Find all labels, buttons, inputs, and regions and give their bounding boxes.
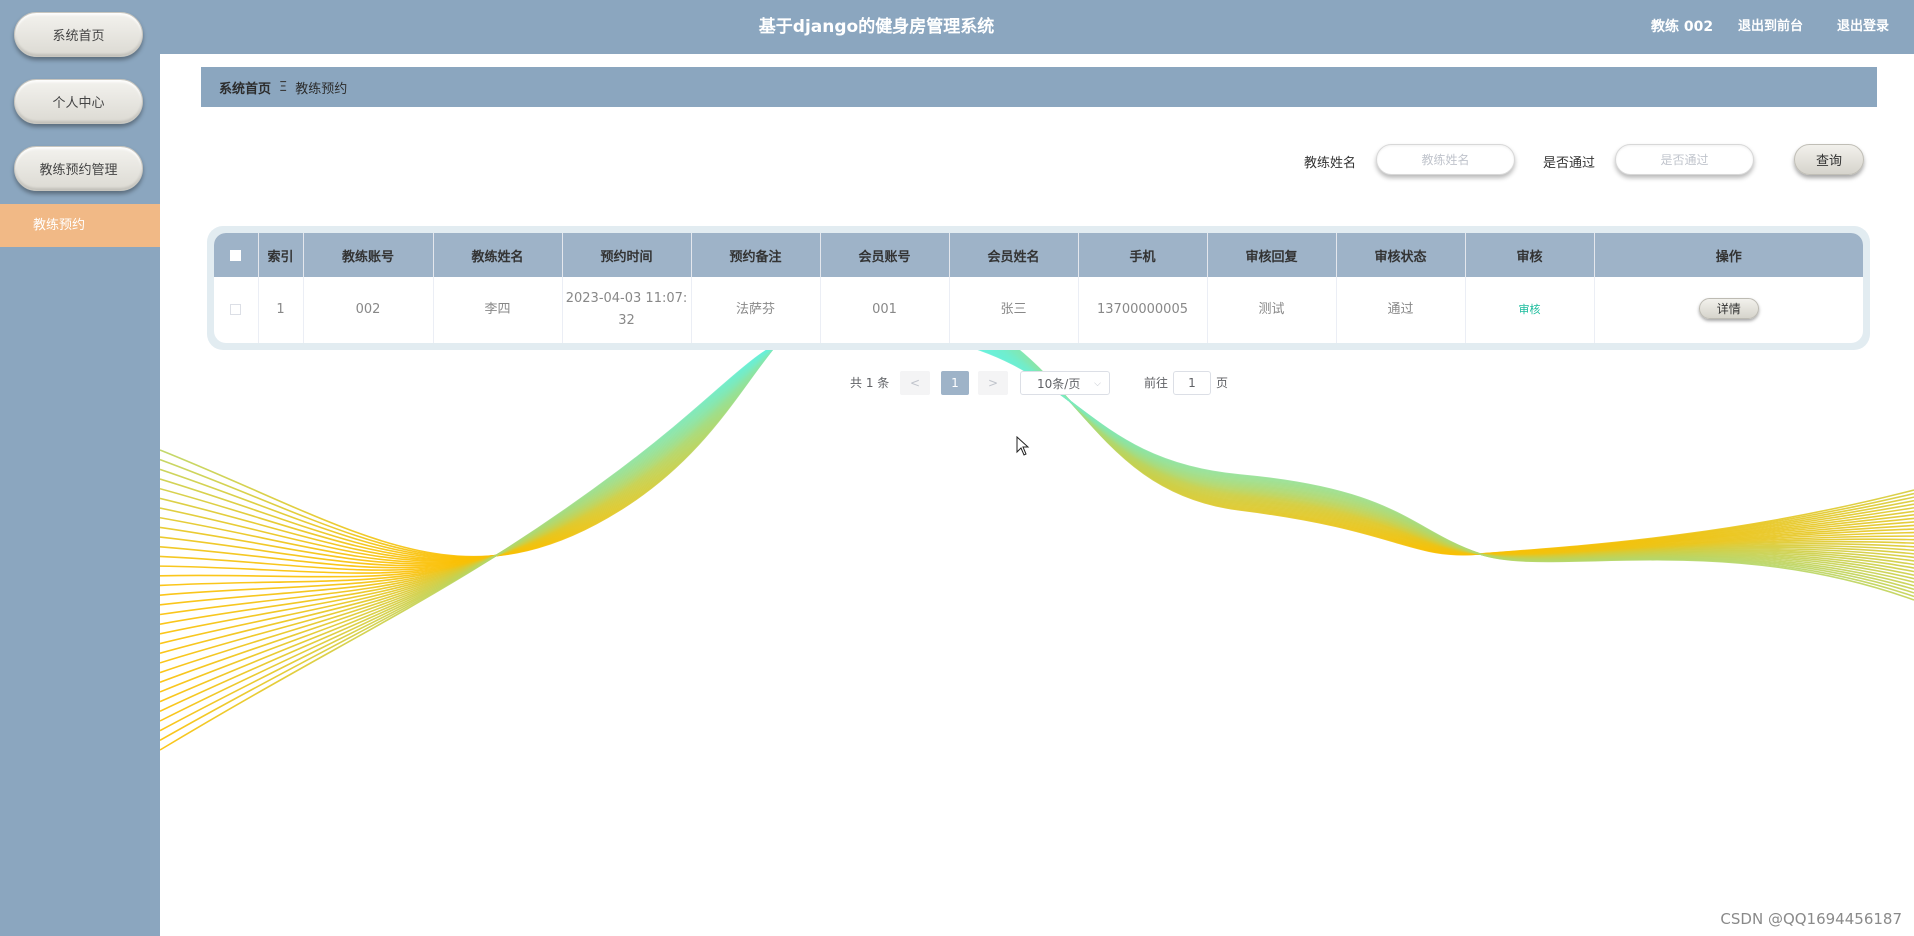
watermark: CSDN @QQ1694456187: [1720, 910, 1902, 928]
table-row: 1 002 李四 2023-04-03 11:07: 32 法萨芬 001 张三…: [214, 277, 1863, 343]
chevron-down-icon: ⌵: [1094, 379, 1101, 389]
booking-time-line2: 32: [618, 312, 635, 328]
column-header[interactable]: 教练姓名: [433, 233, 563, 277]
sidebar: 系统首页 个人中心 教练预约管理 教练预约: [0, 0, 160, 936]
app-title: 基于django的健身房管理系统: [758, 17, 995, 37]
table-header-row: 索引 教练账号 教练姓名 预约时间 预约备注 会员账号 会员姓名 手机 审核回复…: [214, 233, 1863, 277]
coach-name-label: 教练姓名: [1304, 156, 1357, 171]
column-header[interactable]: 预约时间: [562, 233, 692, 277]
breadcrumb-current: 教练预约: [295, 81, 348, 97]
prev-page-icon[interactable]: <: [900, 371, 930, 395]
logout-link[interactable]: 退出登录: [1837, 0, 1889, 54]
detail-button[interactable]: 详情: [1698, 298, 1759, 320]
column-header[interactable]: 会员账号: [820, 233, 950, 277]
select-all-checkbox[interactable]: [230, 249, 242, 261]
cell-member-name: 张三: [949, 277, 1079, 343]
booking-table: 索引 教练账号 教练姓名 预约时间 预约备注 会员账号 会员姓名 手机 审核回复…: [214, 233, 1863, 343]
column-header[interactable]: 审核回复: [1207, 233, 1337, 277]
column-header[interactable]: 审核: [1465, 233, 1595, 277]
sidebar-subitem-coach-booking[interactable]: 教练预约: [0, 204, 160, 247]
cell-phone: 13700000005: [1078, 277, 1208, 343]
column-header[interactable]: 手机: [1078, 233, 1208, 277]
cell-booking-time: 2023-04-03 11:07: 32: [562, 277, 692, 343]
cell-audit-status: 通过: [1336, 277, 1466, 343]
query-button[interactable]: 查询: [1794, 144, 1864, 175]
cell-index: 1: [258, 277, 304, 343]
next-page-icon[interactable]: >: [978, 371, 1008, 395]
page-suffix: 页: [1216, 376, 1229, 390]
current-user: 教练 002: [1651, 19, 1714, 35]
select-all-header: [214, 233, 259, 277]
goto-label: 前往: [1144, 376, 1169, 390]
column-header[interactable]: 索引: [258, 233, 304, 277]
sidebar-item-profile[interactable]: 个人中心: [14, 79, 143, 124]
goto-page-input[interactable]: [1173, 371, 1211, 395]
mouse-cursor-icon: [1016, 436, 1030, 456]
cell-audit-reply: 测试: [1207, 277, 1337, 343]
breadcrumb-separator-icon: Ξ: [279, 79, 288, 95]
page-size-value: 10条/页: [1037, 377, 1081, 391]
cell-coach-name: 李四: [433, 277, 563, 343]
back-to-frontend-link[interactable]: 退出到前台: [1738, 0, 1803, 54]
page-size-select[interactable]: 10条/页 ⌵: [1020, 371, 1110, 395]
sidebar-item-coach-booking-management[interactable]: 教练预约管理: [14, 146, 143, 191]
wave-background: [160, 340, 1914, 751]
top-header: 基于django的健身房管理系统 教练 002 退出到前台 退出登录: [160, 0, 1914, 54]
page-number-current[interactable]: 1: [941, 371, 969, 395]
breadcrumb-home[interactable]: 系统首页: [219, 78, 271, 97]
booking-table-container: 索引 教练账号 教练姓名 预约时间 预约备注 会员账号 会员姓名 手机 审核回复…: [207, 226, 1870, 350]
cell-coach-account: 002: [303, 277, 434, 343]
column-header[interactable]: 审核状态: [1336, 233, 1466, 277]
pagination-total: 共 1 条: [850, 376, 890, 390]
booking-time-line1: 2023-04-03 11:07:: [565, 290, 688, 306]
pagination: 共 1 条 < 1 > 10条/页 ⌵ 前往 页: [0, 371, 1914, 395]
column-header[interactable]: 会员姓名: [949, 233, 1079, 277]
breadcrumb: 系统首页 Ξ 教练预约: [201, 67, 1877, 107]
approved-input[interactable]: [1615, 144, 1754, 175]
column-header[interactable]: 操作: [1594, 233, 1863, 277]
sidebar-item-home[interactable]: 系统首页: [14, 12, 143, 57]
cell-member-account: 001: [820, 277, 950, 343]
column-header[interactable]: 教练账号: [303, 233, 434, 277]
column-header[interactable]: 预约备注: [691, 233, 821, 277]
row-checkbox[interactable]: [230, 303, 242, 315]
approved-label: 是否通过: [1543, 156, 1596, 171]
audit-link[interactable]: 审核: [1519, 303, 1541, 316]
cell-booking-note: 法萨芬: [691, 277, 821, 343]
coach-name-input[interactable]: [1376, 144, 1515, 175]
